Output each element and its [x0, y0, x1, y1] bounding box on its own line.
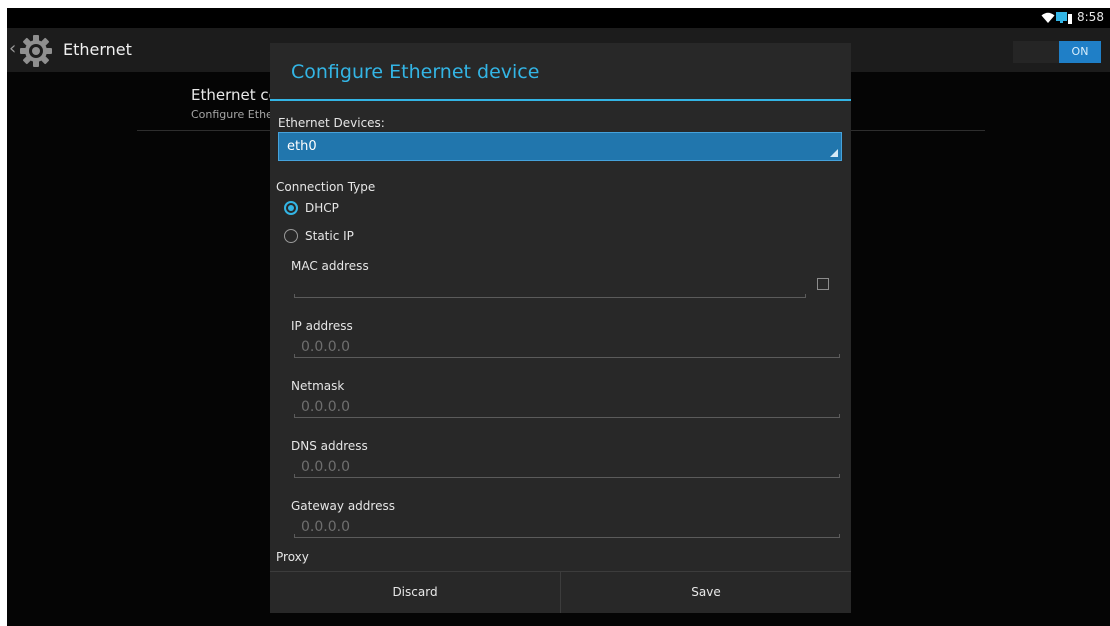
android-screen: 8:58 ‹ Ethernet ON Ethernet co Configure…	[7, 8, 1110, 626]
dialog-button-bar: Discard Save	[270, 571, 851, 613]
dhcp-radio[interactable]	[284, 201, 298, 215]
clock: 8:58	[1077, 10, 1104, 24]
connection-type-label: Connection Type	[276, 180, 376, 194]
dns-address-label: DNS address	[291, 439, 368, 453]
back-caret-icon[interactable]: ‹	[9, 39, 17, 59]
dhcp-label[interactable]: DHCP	[305, 201, 339, 215]
ethernet-config-pref-title[interactable]: Ethernet co	[191, 86, 278, 104]
title-divider	[270, 99, 851, 101]
mac-address-checkbox[interactable]	[817, 278, 829, 290]
dialog-title: Configure Ethernet device	[291, 61, 540, 83]
netmask-field[interactable]	[294, 414, 840, 418]
status-bar: 8:58	[7, 8, 1110, 28]
mac-address-field[interactable]	[294, 294, 806, 298]
ip-address-label: IP address	[291, 319, 353, 333]
ip-address-hint: 0.0.0.0	[301, 339, 350, 355]
gateway-address-label: Gateway address	[291, 499, 395, 513]
cropped-caption	[0, 0, 1110, 7]
toggle-on-label: ON	[1059, 41, 1101, 63]
spinner-arrow-icon	[830, 149, 838, 157]
ethernet-icon	[1056, 12, 1072, 24]
ethernet-toggle[interactable]: ON	[1013, 41, 1101, 63]
dns-address-field[interactable]	[294, 474, 840, 478]
gear-icon[interactable]	[19, 34, 53, 68]
wifi-icon	[1041, 12, 1055, 23]
dns-address-hint: 0.0.0.0	[301, 459, 350, 475]
action-bar-title: Ethernet	[63, 40, 132, 59]
configure-ethernet-dialog: Configure Ethernet device Ethernet Devic…	[270, 43, 851, 613]
ip-address-field[interactable]	[294, 354, 840, 358]
netmask-hint: 0.0.0.0	[301, 399, 350, 415]
spinner-value: eth0	[287, 139, 317, 154]
netmask-label: Netmask	[291, 379, 345, 393]
save-button[interactable]: Save	[561, 572, 851, 613]
gateway-address-hint: 0.0.0.0	[301, 519, 350, 535]
ethernet-config-pref-summary: Configure Ethe	[191, 108, 273, 121]
static-ip-radio[interactable]	[284, 229, 298, 243]
gateway-address-field[interactable]	[294, 534, 840, 538]
static-ip-label[interactable]: Static IP	[305, 229, 354, 243]
proxy-label: Proxy	[276, 550, 309, 564]
ethernet-devices-label: Ethernet Devices:	[278, 116, 385, 130]
ethernet-device-spinner[interactable]: eth0	[278, 132, 842, 161]
discard-button[interactable]: Discard	[270, 572, 560, 613]
mac-address-label: MAC address	[291, 259, 369, 273]
